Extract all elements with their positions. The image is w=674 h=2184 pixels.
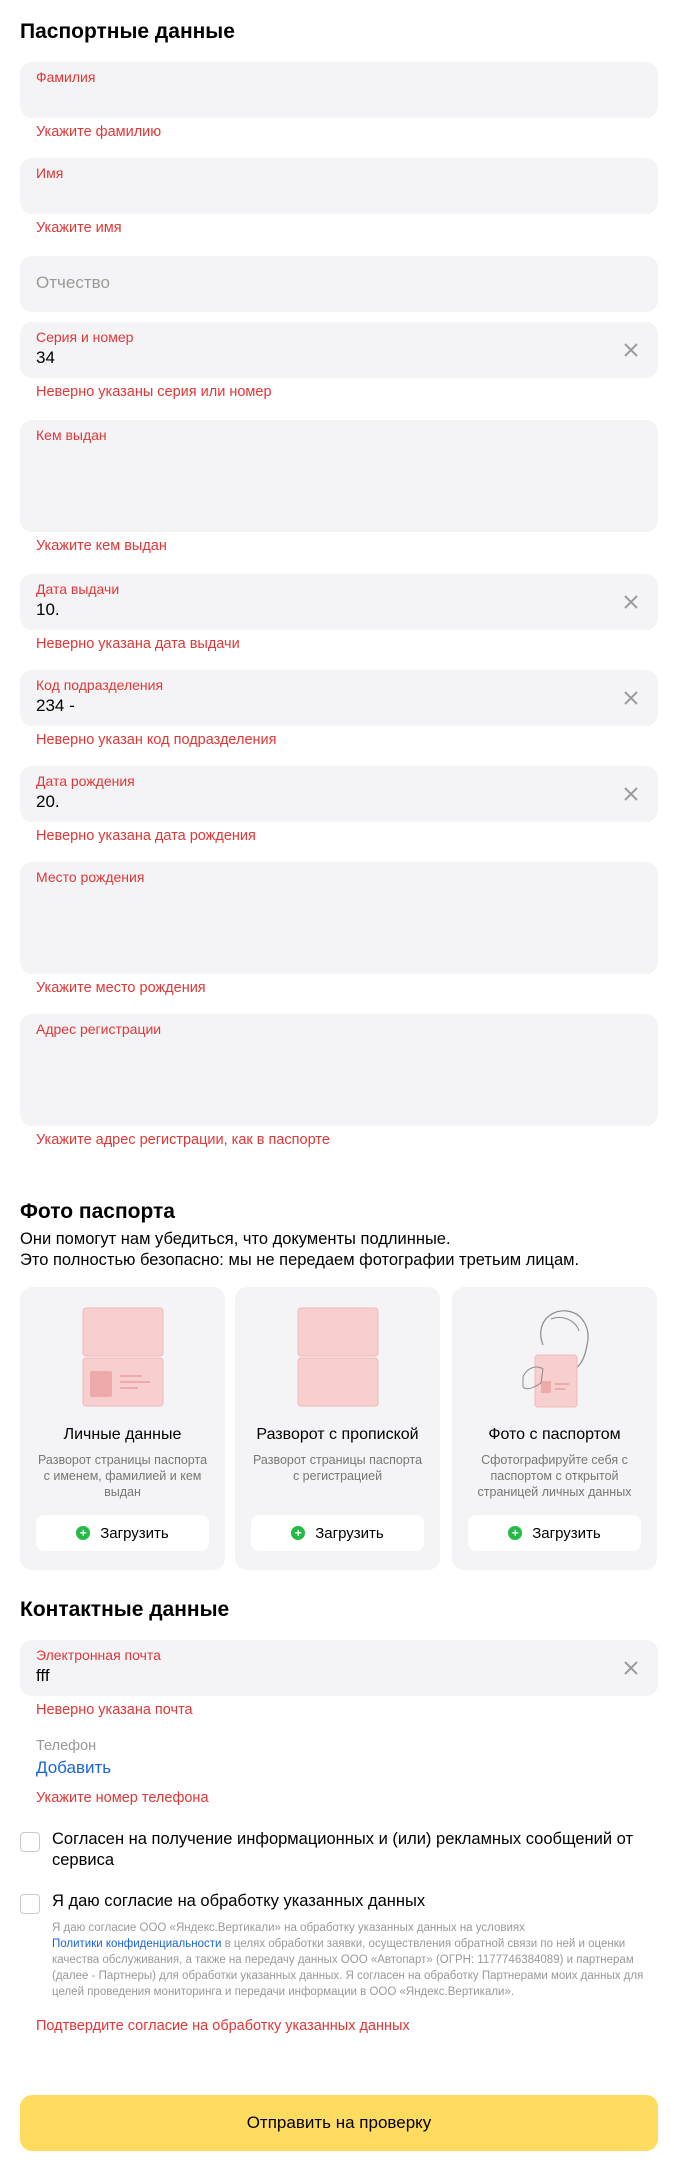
issue-date-label: Дата выдачи	[36, 581, 120, 597]
phone-label: Телефон	[36, 1738, 97, 1754]
issued-by-label: Кем выдан	[36, 427, 107, 443]
issue-date-value: 10.	[36, 600, 60, 619]
issued-by-field[interactable]: Кем выдан	[20, 420, 658, 532]
email-field[interactable]: Электронная почта fff	[20, 1640, 658, 1696]
lastname-field[interactable]: Фамилия	[20, 62, 658, 118]
phone-error: Укажите номер телефона	[36, 1790, 209, 1806]
plus-icon: +	[291, 1526, 306, 1540]
issued-by-error: Укажите кем выдан	[36, 538, 167, 554]
photo-card-registration: Разворот с пропиской Разворот страницы п…	[235, 1287, 440, 1570]
clear-icon[interactable]	[620, 339, 642, 361]
birth-date-label: Дата рождения	[36, 773, 135, 789]
upload-button[interactable]: + Загрузить	[36, 1515, 209, 1551]
email-error: Неверно указана почта	[36, 1702, 193, 1718]
passport-registration-icon	[297, 1307, 379, 1412]
photo-card-description: Разворот страницы паспорта с регистрацие…	[252, 1453, 423, 1483]
series-number-field[interactable]: Серия и номер 34	[20, 322, 658, 378]
series-number-label: Серия и номер	[36, 329, 134, 345]
upload-button-label: Загрузить	[100, 1524, 169, 1542]
photos-intro-line-2: Это полностью безопасно: мы не передаем …	[20, 1251, 580, 1269]
series-number-error: Неверно указаны серия или номер	[36, 384, 272, 400]
legal-text: Я даю согласие ООО «Яндекс.Вертикали» на…	[52, 1920, 660, 2000]
photo-card-title: Разворот с пропиской	[256, 1426, 419, 1443]
plus-icon: +	[508, 1526, 523, 1540]
privacy-policy-link[interactable]: Политики конфиденциальности	[52, 1938, 221, 1950]
reg-address-label: Адрес регистрации	[36, 1021, 162, 1037]
consent-data-checkbox[interactable]	[20, 1894, 40, 1914]
birth-date-value: 20.	[36, 792, 60, 811]
series-number-value: 34	[36, 348, 55, 367]
issue-date-field[interactable]: Дата выдачи 10.	[20, 574, 658, 630]
upload-button[interactable]: + Загрузить	[468, 1515, 641, 1551]
firstname-field[interactable]: Имя	[20, 158, 658, 214]
reg-address-error: Укажите адрес регистрации, как в паспорт…	[36, 1132, 330, 1148]
firstname-error: Укажите имя	[36, 220, 122, 236]
photo-card-personal: Личные данные Разворот страницы паспорта…	[20, 1287, 225, 1570]
dept-code-field[interactable]: Код подразделения 234 -	[20, 670, 658, 726]
submit-button[interactable]: Отправить на проверку	[20, 2095, 658, 2151]
clear-icon[interactable]	[620, 1657, 642, 1679]
lastname-label: Фамилия	[36, 69, 96, 85]
plus-icon: +	[76, 1526, 91, 1540]
birth-place-field[interactable]: Место рождения	[20, 862, 658, 974]
dept-code-error: Неверно указан код подразделения	[36, 732, 277, 748]
email-value: fff	[36, 1666, 50, 1685]
middlename-placeholder: Отчество	[36, 273, 110, 292]
section-title-photos: Фото паспорта	[20, 1200, 175, 1223]
consent-ads-label: Согласен на получение информационных и (…	[52, 1830, 634, 1869]
photo-card-title: Личные данные	[63, 1426, 182, 1443]
legal-text-part-1: Я даю согласие ООО «Яндекс.Вертикали» на…	[52, 1922, 525, 1934]
photos-intro-line-1: Они помогут нам убедиться, что документы…	[20, 1230, 451, 1248]
consent-data-label: Я даю согласие на обработку указанных да…	[52, 1892, 426, 1910]
birth-date-error: Неверно указана дата рождения	[36, 828, 256, 844]
section-title-passport: Паспортные данные	[20, 20, 235, 43]
photo-card-selfie: Фото с паспортом Сфотографируйте себя с …	[452, 1287, 657, 1570]
birth-place-error: Укажите место рождения	[36, 980, 206, 996]
reg-address-field[interactable]: Адрес регистрации	[20, 1014, 658, 1126]
photo-card-description: Сфотографируйте себя с паспортом с откры…	[477, 1453, 632, 1499]
firstname-label: Имя	[36, 165, 64, 181]
consent-error: Подтвердите согласие на обработку указан…	[36, 2018, 410, 2034]
upload-button-label: Загрузить	[315, 1524, 384, 1542]
issue-date-error: Неверно указана дата выдачи	[36, 636, 240, 652]
middlename-field[interactable]: Отчество	[20, 256, 658, 312]
birth-place-label: Место рождения	[36, 869, 145, 885]
clear-icon[interactable]	[620, 687, 642, 709]
email-label: Электронная почта	[36, 1647, 161, 1663]
birth-date-field[interactable]: Дата рождения 20.	[20, 766, 658, 822]
selfie-with-passport-icon	[505, 1305, 605, 1416]
section-title-contacts: Контактные данные	[20, 1598, 230, 1621]
passport-personal-icon	[82, 1307, 164, 1412]
photo-card-title: Фото с паспортом	[488, 1426, 621, 1443]
dept-code-label: Код подразделения	[36, 677, 164, 693]
clear-icon[interactable]	[620, 783, 642, 805]
photo-card-description: Разворот страницы паспорта с именем, фам…	[37, 1453, 208, 1499]
add-phone-link[interactable]: Добавить	[36, 1758, 111, 1778]
lastname-error: Укажите фамилию	[36, 124, 162, 140]
upload-button[interactable]: + Загрузить	[251, 1515, 424, 1551]
consent-ads-checkbox[interactable]	[20, 1832, 40, 1852]
clear-icon[interactable]	[620, 591, 642, 613]
dept-code-value: 234 -	[36, 696, 75, 715]
upload-button-label: Загрузить	[532, 1524, 601, 1542]
